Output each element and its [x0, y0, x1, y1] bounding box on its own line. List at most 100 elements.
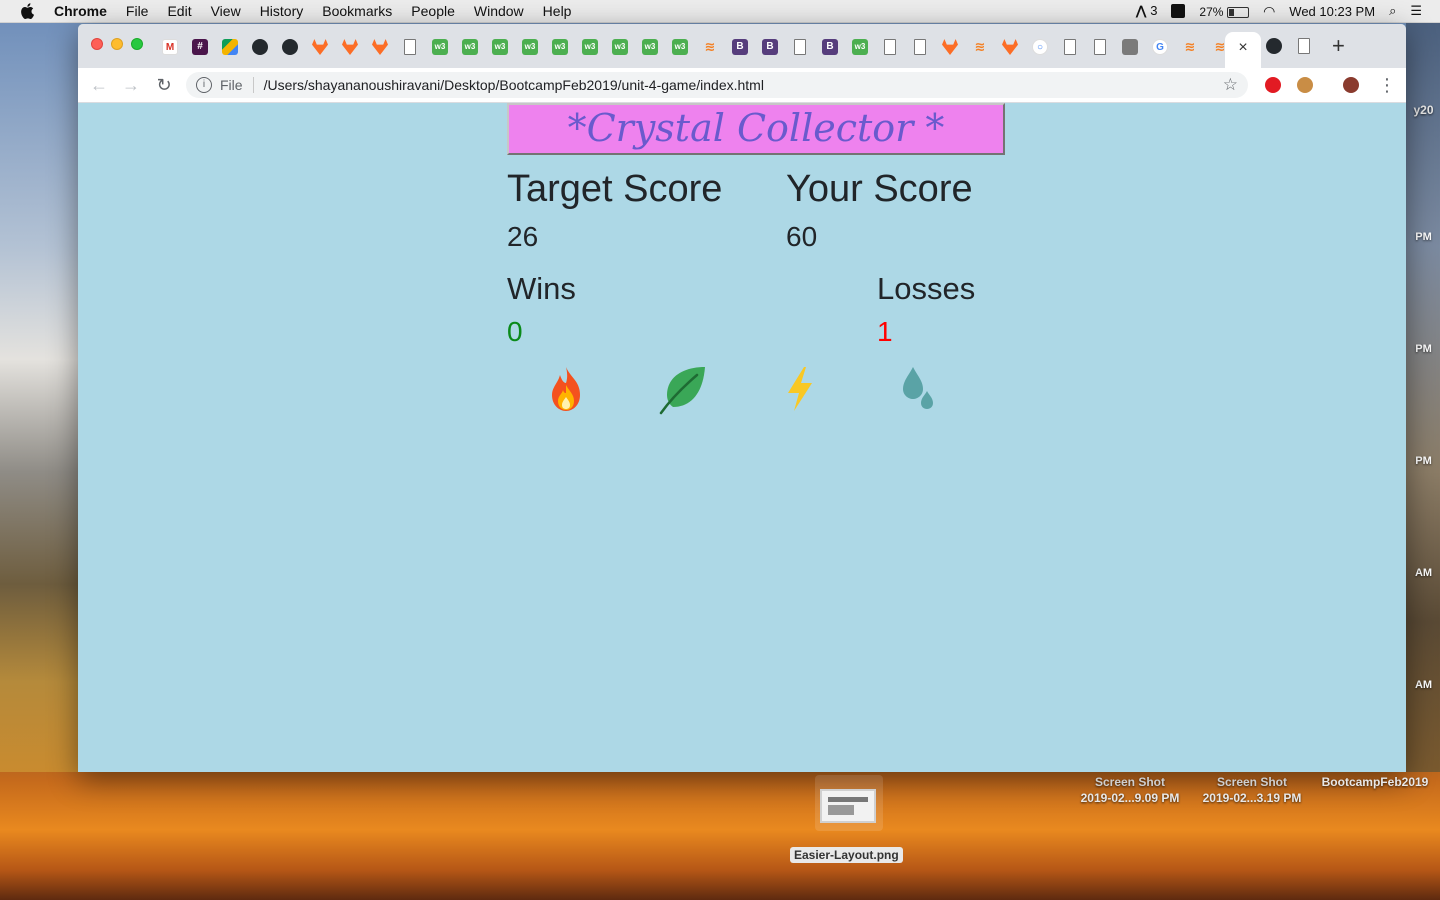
leaf-icon[interactable]: [657, 363, 709, 415]
desktop-clipped-time: AM: [1414, 567, 1433, 579]
tab-w3schools-icon[interactable]: w3: [852, 39, 868, 55]
menu-bookmarks[interactable]: Bookmarks: [322, 3, 392, 19]
fire-icon[interactable]: [540, 363, 592, 415]
desktop-file-screenshot-1[interactable]: Screen Shot 2019-02...9.09 PM: [1060, 774, 1200, 806]
menu-file[interactable]: File: [126, 3, 149, 19]
tab-w3schools-icon[interactable]: w3: [552, 39, 568, 55]
notification-center-icon[interactable]: ☰: [1410, 3, 1422, 19]
menu-help[interactable]: Help: [543, 3, 572, 19]
tab-github-icon[interactable]: [1266, 38, 1282, 54]
tab-w3schools-icon[interactable]: w3: [432, 39, 448, 55]
tab-w3schools-icon[interactable]: w3: [462, 39, 478, 55]
tab-stackoverflow-icon[interactable]: ≋: [1182, 39, 1198, 55]
tab-github-icon[interactable]: [282, 39, 298, 55]
tab-w3schools-icon[interactable]: w3: [522, 39, 538, 55]
profile-avatar-icon[interactable]: [1343, 77, 1359, 93]
page-content: *Crystal Collector * Target Score 26 You…: [78, 103, 1406, 772]
tab-w3schools-icon[interactable]: w3: [642, 39, 658, 55]
fullscreen-window-button[interactable]: [131, 38, 143, 50]
address-bar[interactable]: i File /Users/shayananoushiravani/Deskto…: [186, 72, 1248, 98]
menubar-clock[interactable]: Wed 10:23 PM: [1289, 4, 1375, 19]
lightning-icon[interactable]: [774, 363, 826, 415]
losses-value: 1: [877, 316, 893, 347]
battery-icon: [1227, 6, 1250, 18]
close-tab-icon[interactable]: ×: [1238, 39, 1247, 56]
info-icon[interactable]: i: [196, 77, 212, 93]
tab-document-icon[interactable]: [914, 39, 926, 55]
file-name-line1: Screen Shot: [1216, 775, 1288, 789]
apple-logo-icon[interactable]: [20, 3, 34, 19]
tab-google-icon[interactable]: G: [1152, 39, 1168, 55]
tab-bootstrap-icon[interactable]: B: [732, 39, 748, 55]
tab-gmail-icon[interactable]: M: [162, 39, 178, 55]
close-window-button[interactable]: [91, 38, 103, 50]
tab-gitlab-icon[interactable]: [372, 39, 388, 55]
folder-name: BootcampFeb2019: [1321, 775, 1429, 789]
menu-people[interactable]: People: [411, 3, 455, 19]
active-tab[interactable]: ×: [1225, 32, 1261, 68]
tab-document-icon[interactable]: [404, 39, 416, 55]
menu-history[interactable]: History: [260, 3, 304, 19]
reload-icon[interactable]: ↻: [153, 74, 175, 96]
url-text[interactable]: /Users/shayananoushiravani/Desktop/Bootc…: [264, 77, 764, 93]
tab-document-icon[interactable]: [1298, 38, 1310, 54]
your-score-value: 60: [786, 221, 818, 252]
desktop-wallpaper-right: [1406, 22, 1440, 772]
browser-toolbar: ← → ↻ i File /Users/shayananoushiravani/…: [78, 68, 1406, 103]
back-arrow-icon[interactable]: ←: [88, 74, 110, 96]
water-drops-icon[interactable]: [891, 363, 943, 415]
tab-document-icon[interactable]: [794, 39, 806, 55]
forward-arrow-icon[interactable]: →: [120, 74, 142, 96]
clipboard-app-icon[interactable]: [1171, 4, 1186, 18]
wifi-icon[interactable]: ◠: [1263, 3, 1275, 20]
tab-drive-icon[interactable]: [222, 39, 238, 55]
tab-chrome-icon[interactable]: ○: [1032, 39, 1048, 55]
tab-w3schools-icon[interactable]: w3: [612, 39, 628, 55]
trailing-tabs: [1266, 38, 1326, 54]
menu-edit[interactable]: Edit: [167, 3, 191, 19]
desktop-clipped-time: PM: [1415, 343, 1432, 355]
tab-gitlab-icon[interactable]: [312, 39, 328, 55]
tab-document-icon[interactable]: [1064, 39, 1076, 55]
bookmark-star-icon[interactable]: ☆: [1223, 75, 1238, 95]
game-title: *Crystal Collector *: [507, 103, 1005, 155]
battery-status[interactable]: 27%: [1199, 4, 1250, 19]
tab-document-icon[interactable]: [884, 39, 896, 55]
spotlight-search-icon[interactable]: ⌕: [1389, 3, 1396, 19]
tab-bootstrap-icon[interactable]: B: [822, 39, 838, 55]
tab-gitlab-icon[interactable]: [942, 39, 958, 55]
opera-extension-icon[interactable]: [1265, 77, 1281, 93]
tab-extension-icon[interactable]: [1122, 39, 1138, 55]
cookie-extension-icon[interactable]: [1297, 77, 1313, 93]
minimize-window-button[interactable]: [111, 38, 123, 50]
menu-app-name[interactable]: Chrome: [54, 3, 107, 19]
menu-window[interactable]: Window: [474, 3, 524, 19]
chrome-menu-icon[interactable]: ⋮: [1378, 74, 1396, 96]
desktop-file-easier-layout[interactable]: [815, 775, 883, 831]
macos-menu-bar: Chrome File Edit View History Bookmarks …: [0, 0, 1440, 23]
desktop-file-label[interactable]: Easier-Layout.png: [790, 847, 903, 863]
file-name-line2: 2019-02...9.09 PM: [1080, 791, 1180, 805]
tab-stackoverflow-icon[interactable]: ≋: [972, 39, 988, 55]
tab-gitlab-icon[interactable]: [1002, 39, 1018, 55]
tab-slack-icon[interactable]: #: [192, 39, 208, 55]
desktop-clipped-text: y20: [1413, 103, 1434, 117]
tab-gitlab-icon[interactable]: [342, 39, 358, 55]
url-scheme-label: File: [220, 77, 254, 93]
tab-w3schools-icon[interactable]: w3: [492, 39, 508, 55]
desktop-file-screenshot-2[interactable]: Screen Shot 2019-02...3.19 PM: [1186, 774, 1318, 806]
desktop-clipped-time: PM: [1415, 231, 1432, 243]
adobe-status[interactable]: ⋀ 3: [1136, 3, 1158, 19]
adobe-count: 3: [1150, 3, 1158, 18]
tab-document-icon[interactable]: [1094, 39, 1106, 55]
tab-w3schools-icon[interactable]: w3: [672, 39, 688, 55]
new-tab-button[interactable]: +: [1332, 34, 1345, 58]
desktop-clipped-time: AM: [1414, 679, 1433, 691]
file-name-line1: Screen Shot: [1094, 775, 1166, 789]
desktop-folder-bootcamp[interactable]: BootcampFeb2019: [1314, 774, 1436, 790]
tab-stackoverflow-icon[interactable]: ≋: [702, 39, 718, 55]
tab-w3schools-icon[interactable]: w3: [582, 39, 598, 55]
tab-bootstrap-icon[interactable]: B: [762, 39, 778, 55]
menu-view[interactable]: View: [211, 3, 241, 19]
tab-github-icon[interactable]: [252, 39, 268, 55]
